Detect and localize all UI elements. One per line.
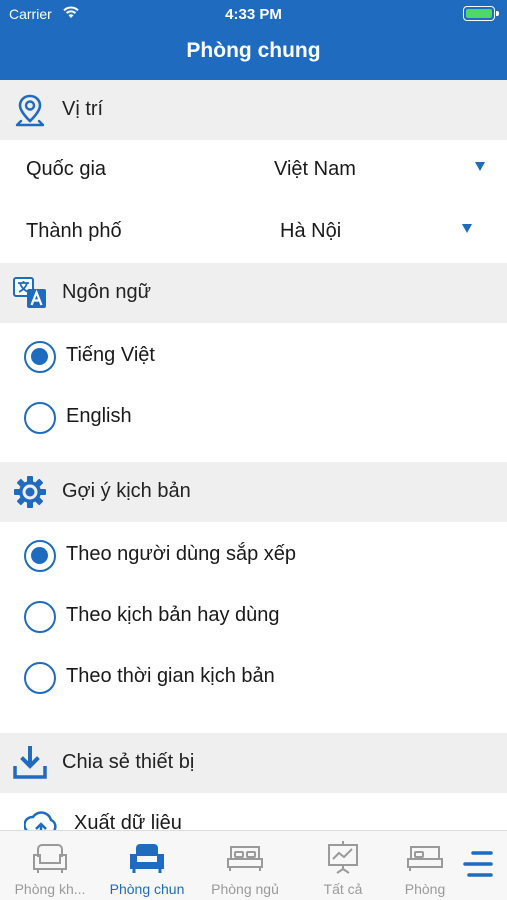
export-data-label: Xuất dữ liệu [74, 812, 182, 830]
battery-icon [463, 6, 499, 21]
city-select[interactable]: Hà Nội [280, 220, 341, 243]
scenario-option-label: Theo kịch bản hay dùng [66, 604, 280, 626]
tab-common-room[interactable]: Phòng chun [97, 831, 197, 900]
language-option[interactable]: English [0, 388, 507, 448]
export-data-row[interactable]: Xuất dữ liệu [0, 795, 507, 830]
bottom-tab-bar: Phòng kh... Phòng chun Phòng ngủ Tất cả [0, 830, 507, 900]
scenario-option[interactable]: Theo người dùng sắp xếp [0, 526, 507, 586]
scenario-option[interactable]: Theo kịch bản hay dùng [0, 587, 507, 647]
translate-icon [13, 277, 46, 308]
location-pin-icon [15, 94, 45, 127]
radio-unselected-icon[interactable] [24, 662, 56, 694]
scenario-option[interactable]: Theo thời gian kịch bản [0, 648, 507, 708]
tab-room[interactable]: Phòng [375, 831, 475, 900]
page-title: Phòng chung [186, 39, 321, 62]
radio-selected-icon[interactable] [24, 341, 56, 373]
tab-living-room[interactable]: Phòng kh... [0, 831, 100, 900]
status-bar: Carrier 4:33 PM [0, 0, 507, 28]
sofa-icon [33, 844, 67, 873]
gear-icon [14, 476, 46, 508]
tab-label: Phòng [404, 881, 446, 897]
city-dropdown-icon[interactable] [462, 224, 472, 233]
radio-unselected-icon[interactable] [24, 402, 56, 434]
tab-bedroom[interactable]: Phòng ngủ [195, 831, 295, 900]
section-location: Vị trí [0, 80, 507, 140]
radio-unselected-icon[interactable] [24, 601, 56, 633]
presentation-board-icon [328, 841, 358, 874]
city-label: Thành phố [26, 220, 122, 242]
section-language: Ngôn ngữ [0, 263, 507, 323]
language-option-label: Tiếng Việt [66, 344, 155, 366]
section-scenario: Gợi ý kịch bản [0, 462, 507, 522]
tab-label: Phòng ngủ [211, 881, 279, 897]
settings-content[interactable]: Vị trí Quốc gia Việt Nam Thành phố Hà Nộ… [0, 80, 507, 830]
download-icon [13, 746, 47, 779]
section-title-share: Chia sẻ thiết bị [62, 751, 195, 773]
country-label: Quốc gia [26, 158, 107, 180]
section-title-scenario: Gợi ý kịch bản [62, 480, 191, 502]
top-bar: Carrier 4:33 PM Phòng chung [0, 0, 507, 80]
tab-label: Phòng chun [109, 881, 185, 897]
language-option-label: English [66, 405, 132, 427]
bed-icon [407, 846, 443, 871]
scenario-option-label: Theo người dùng sắp xếp [66, 543, 296, 565]
section-title-language: Ngôn ngữ [62, 281, 152, 303]
section-share: Chia sẻ thiết bị [0, 733, 507, 793]
radio-selected-icon[interactable] [24, 540, 56, 572]
country-dropdown-icon[interactable] [475, 162, 485, 171]
country-select[interactable]: Việt Nam [274, 158, 356, 181]
armchair-icon [130, 844, 164, 873]
scenario-option-label: Theo thời gian kịch bản [66, 665, 275, 687]
city-row[interactable]: Thành phố Hà Nội [0, 202, 507, 262]
section-title-location: Vị trí [62, 98, 104, 120]
tab-label: Phòng kh... [14, 881, 86, 897]
bed-icon [227, 846, 263, 871]
country-row[interactable]: Quốc gia Việt Nam [0, 140, 507, 200]
status-time: 4:33 PM [225, 6, 282, 23]
upload-cloud-icon [24, 811, 57, 830]
menu-icon[interactable] [461, 849, 495, 879]
language-option[interactable]: Tiếng Việt [0, 327, 507, 387]
